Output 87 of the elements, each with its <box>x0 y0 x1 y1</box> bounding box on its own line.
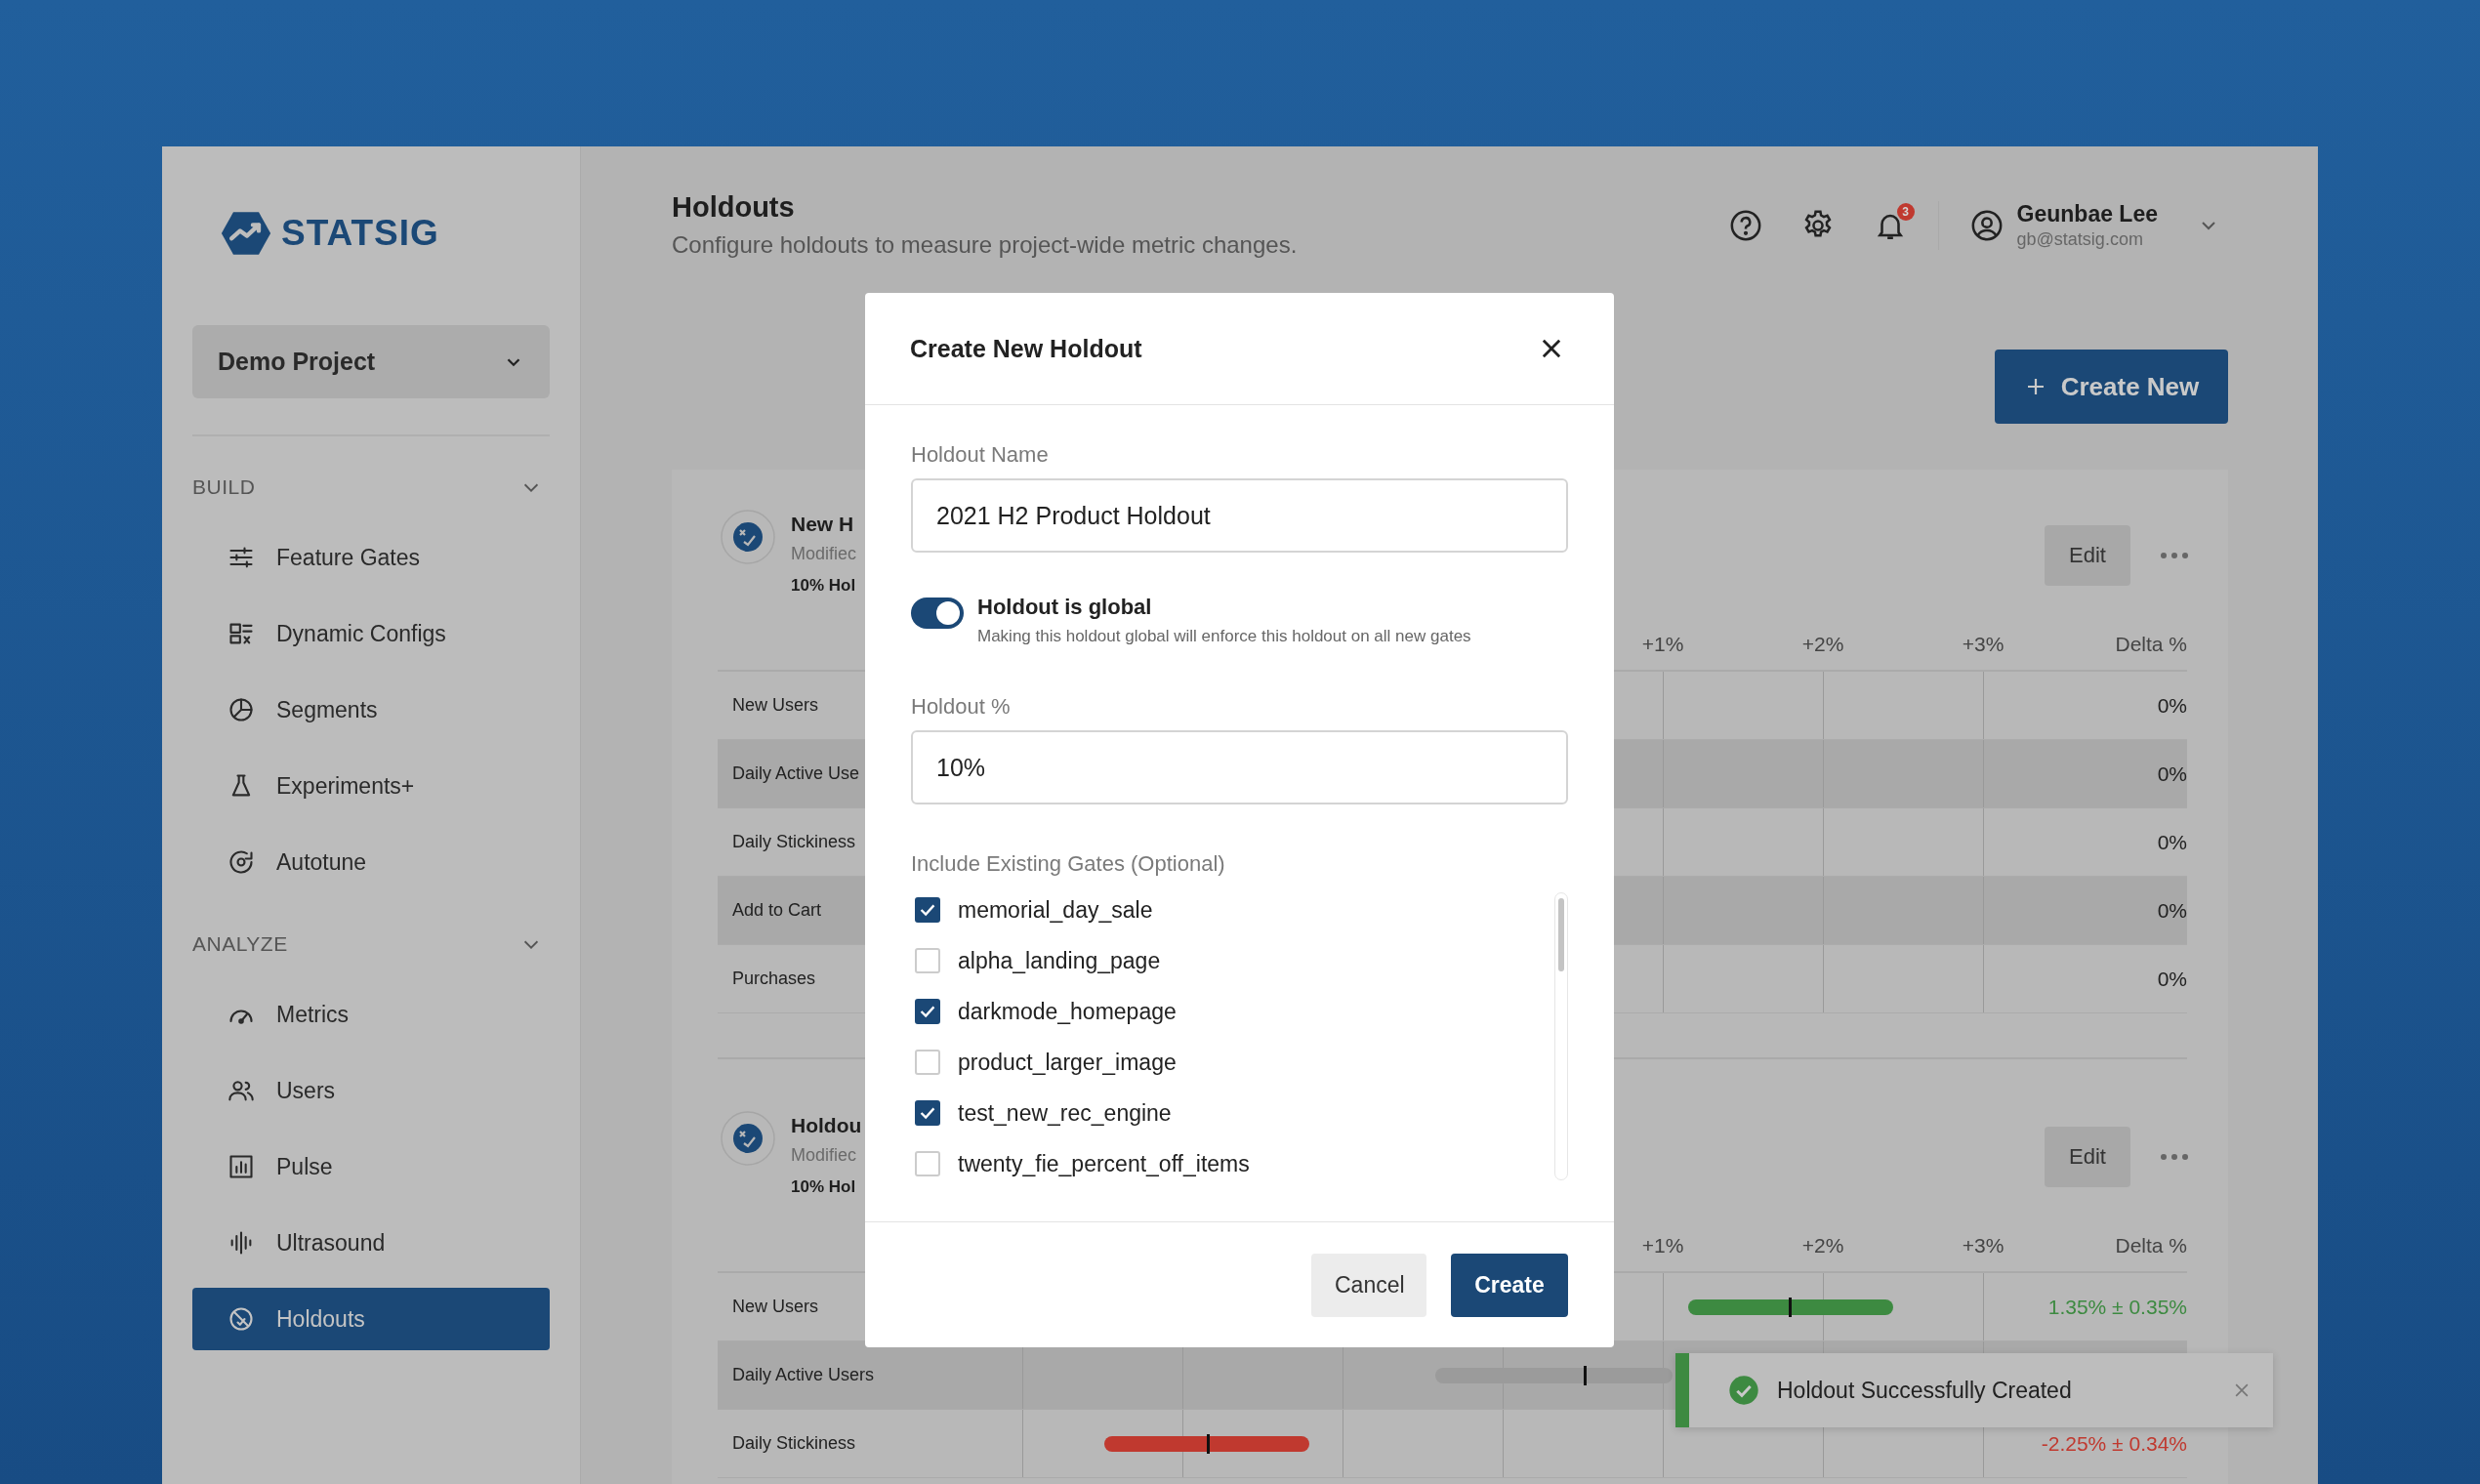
axis-label: +1% <box>1640 632 1685 656</box>
gate-label: product_larger_image <box>958 1049 1177 1076</box>
field-label: Holdout Name <box>911 442 1050 468</box>
delta-value: 0% <box>2157 898 2187 923</box>
metric-name: Purchases <box>732 969 816 989</box>
holdout-summary: 10% Hol <box>791 576 857 596</box>
metric-name: New Users <box>732 1297 818 1317</box>
cancel-button[interactable]: Cancel <box>1311 1253 1426 1317</box>
gate-label: alpha_landing_page <box>958 947 1161 974</box>
checkbox[interactable] <box>915 999 940 1024</box>
nav-item[interactable]: Users <box>192 1059 550 1122</box>
holdout-name: Holdou <box>791 1114 859 1137</box>
metric-name: Daily Active Users <box>732 1365 875 1385</box>
axis-label: +2% <box>1800 1233 1845 1257</box>
axis-label: +1% <box>1640 1233 1685 1257</box>
dialog-title: Create New Holdout <box>910 334 1142 363</box>
logo-text: STATSIG <box>281 213 439 254</box>
help-icon[interactable] <box>1728 209 1762 242</box>
axis-label: +3% <box>1961 1233 2005 1257</box>
nav-item[interactable]: Feature Gates <box>192 526 550 589</box>
nav-item[interactable]: Experiments+ <box>192 755 550 817</box>
section-title: BUILD <box>192 475 256 499</box>
holdout-icon <box>721 1111 775 1166</box>
notification-badge: 3 <box>1896 203 1915 221</box>
axis-label: +3% <box>1961 632 2005 656</box>
nav-item[interactable]: Holdouts <box>192 1288 550 1350</box>
more-icon[interactable] <box>2160 1153 2189 1161</box>
modified-text: Modifiec <box>791 544 858 564</box>
checkbox[interactable] <box>915 1100 940 1126</box>
project-dropdown[interactable]: Demo Project <box>192 325 550 398</box>
create-new-button[interactable]: Create New <box>1995 350 2228 424</box>
nav-icon <box>227 696 255 723</box>
gate-label: twenty_fie_percent_off_items <box>958 1150 1250 1177</box>
check-circle-icon <box>1728 1375 1759 1406</box>
gate-label: test_new_rec_engine <box>958 1099 1172 1127</box>
create-button[interactable]: Create <box>1451 1253 1568 1317</box>
delta-value: 0% <box>2157 830 2187 854</box>
nav-item[interactable]: Segments <box>192 679 550 741</box>
metric-name: Daily Stickiness <box>732 1433 856 1454</box>
metric-name: Add to Cart <box>732 900 822 921</box>
estimate-tick <box>1584 1365 1588 1385</box>
nav-item[interactable]: Dynamic Configs <box>192 602 550 665</box>
metric-name: Daily Active Use <box>732 763 860 784</box>
toast-message: Holdout Successfully Created <box>1777 1377 2073 1404</box>
axis-label: +2% <box>1800 632 1845 656</box>
global-toggle[interactable] <box>911 598 964 629</box>
checkbox[interactable] <box>915 897 940 923</box>
nav-icon <box>227 1305 255 1333</box>
gate-label: darkmode_homepage <box>958 998 1177 1025</box>
delta-value: -2.25% ± 0.34% <box>2041 1431 2187 1456</box>
delta-value: 0% <box>2157 762 2187 786</box>
metric-name: Daily Stickiness <box>732 832 856 852</box>
metric-name: New Users <box>732 695 818 716</box>
nav-icon <box>227 848 255 876</box>
user-name: Geunbae Lee <box>2016 201 2158 227</box>
nav-item[interactable]: Metrics <box>192 983 550 1046</box>
field-label: Include Existing Gates (Optional) <box>911 851 1226 877</box>
holdout-name: New H <box>791 513 855 536</box>
holdout-name-field[interactable]: 2021 H2 Product Holdout <box>911 478 1568 553</box>
toggle-description: Making this holdout global will enforce this holdout on all new gates <box>977 626 1471 647</box>
delta-value: 0% <box>2157 967 2187 991</box>
edit-button[interactable]: Edit <box>2045 525 2130 586</box>
delta-value: 1.35% ± 0.35% <box>2047 1295 2187 1319</box>
nav-icon <box>227 1153 255 1180</box>
nav-item[interactable]: Ultrasound <box>192 1212 550 1274</box>
estimate-tick <box>1207 1433 1210 1454</box>
user-avatar-icon[interactable] <box>1969 209 2004 242</box>
edit-button[interactable]: Edit <box>2045 1127 2130 1187</box>
holdout-summary: 10% Hol <box>791 1177 857 1197</box>
user-email: gb@statsig.com <box>2016 229 2144 250</box>
nav-item[interactable]: Autotune <box>192 831 550 893</box>
nav-item[interactable]: Pulse <box>192 1135 550 1198</box>
holdout-percent-field[interactable]: 10% <box>911 730 1568 804</box>
delta-value: 0% <box>2157 693 2187 718</box>
column-header: Delta % <box>2114 632 2187 656</box>
estimate-tick <box>1789 1297 1792 1317</box>
column-header: Delta % <box>2114 1233 2187 1257</box>
page-subtitle: Configure holdouts to measure project-wide metric changes. <box>672 231 1298 259</box>
field-label: Holdout % <box>911 694 1012 720</box>
more-icon[interactable] <box>2160 552 2189 559</box>
holdout-icon <box>721 510 775 564</box>
logo-icon <box>221 211 271 256</box>
page-title: Holdouts <box>672 191 796 224</box>
modified-text: Modifiec <box>791 1145 858 1166</box>
section-title: ANALYZE <box>192 932 288 956</box>
gate-label: memorial_day_sale <box>958 896 1153 924</box>
toggle-label: Holdout is global <box>977 594 1153 621</box>
